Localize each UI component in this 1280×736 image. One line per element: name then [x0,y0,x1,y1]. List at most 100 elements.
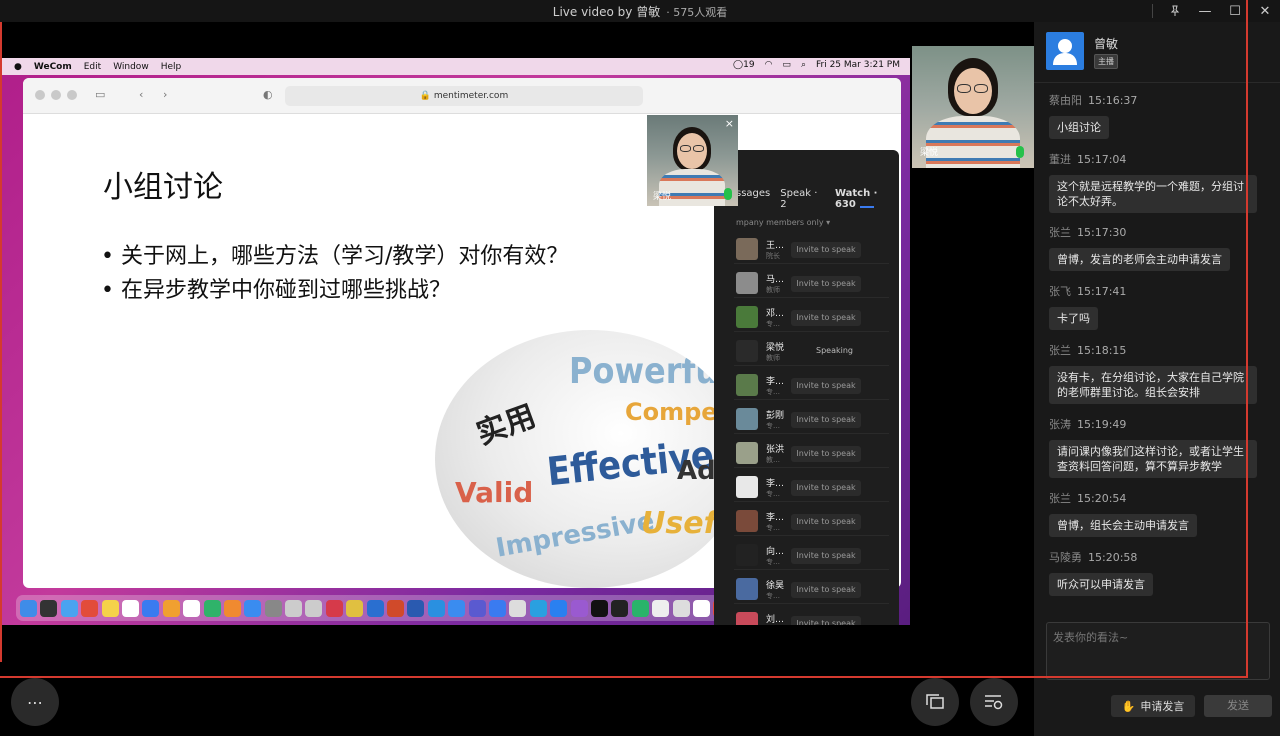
participant-role: 教… [766,456,780,464]
participant-name: 马… [766,275,785,285]
titlebar-divider [1152,4,1153,18]
layout-settings-button[interactable] [970,678,1018,726]
message-bubble: 这个就是远程教学的一个难题，分组讨论不太好弄。 [1049,175,1257,213]
user-icon [1053,39,1077,65]
participant-name: 刘… [766,615,785,625]
window-title-text: Live video by 曾敏 [552,5,661,19]
message-time: 15:19:49 [1077,418,1127,431]
participant-avatar [736,578,758,600]
participant-name: 梁悦 [766,343,785,353]
participant-row: 李… 专… Invite to speak [734,370,889,400]
shared-screen: ● WeCom Edit Window Help ◯19 ◠ ▭ ⌕ Fri 2… [2,58,910,625]
dock-app-icon [488,599,506,617]
dock-app-icon [448,599,466,617]
dock-safari-icon [60,599,78,617]
word-cloud: Powerful 实用 Compelling Effective Valid I… [435,330,745,588]
shield-icon: ◐ [263,88,273,101]
minimize-button[interactable]: — [1190,0,1220,22]
message-user: 董进 [1049,153,1071,166]
participant-role: 教师 [766,286,780,294]
menu-window: Window [113,61,149,72]
raise-hand-button[interactable]: ✋ 申请发言 [1111,695,1195,717]
more-options-button[interactable]: ⋯ [11,678,59,726]
host-mic-icon [1016,146,1024,158]
chat-message: 董进 15:17:04 这个就是远程教学的一个难题，分组讨论不太好弄。 [1049,151,1259,213]
chat-sidebar: 曾敏 主播 蔡由阳 15:16:37 小组讨论 董进 15:17:04 这个就是远程教学的… [1034,22,1280,736]
dock-zoom-icon [550,599,568,617]
message-bubble: 没有卡，在分组讨论，大家在自己学院的老师群里讨论。组长会安排 [1049,366,1257,404]
participant-role: 专… [766,320,780,328]
message-bubble: 曾博，发言的老师会主动申请发言 [1049,248,1230,271]
dock-podcast-icon [570,599,588,617]
invite-to-speak-button: Invite to speak [791,446,861,462]
slide-title: 小组讨论 [103,170,223,205]
url-text: mentimeter.com [433,91,509,101]
participant-name: 李… [766,479,785,489]
dock-app-icon [611,599,629,617]
host-name: 曾敏 [1094,37,1119,51]
invite-to-speak-button: Invite to speak [791,242,861,258]
host-info: 曾敏 主播 [1046,32,1266,82]
dock-word-icon [407,599,425,617]
participant-row: 李… 专… Invite to speak [734,506,889,536]
participant-avatar [736,272,758,294]
participant-role: 专… [766,422,780,430]
participant-name: 邓… [766,309,785,319]
word-shiyong: 实用 [472,398,541,452]
dock-outlook-icon [366,599,384,617]
menu-help: Help [160,61,182,72]
chat-message: 张兰 15:17:30 曾博，发言的老师会主动申请发言 [1049,224,1259,271]
invite-to-speak-button: Invite to speak [791,276,861,292]
share-screen-button[interactable] [911,678,959,726]
dock-app-icon [692,599,710,617]
dock-app-icon [529,599,547,617]
message-meta: 董进 15:17:04 [1049,151,1259,167]
participant-avatar [736,374,758,396]
dock-app-icon [631,599,649,617]
participant-role: 专… [766,558,780,566]
settings-list-icon [985,695,1003,710]
dock-pages-icon [223,599,241,617]
message-user: 张兰 [1049,492,1071,505]
wifi-icon: ◠ [764,60,773,70]
live-video-window: Live video by 曾敏 · 575人观看 — ☐ ✕ ● WeCom E… [0,0,1280,736]
close-button[interactable]: ✕ [1250,0,1280,22]
dock-app-icon [325,599,343,617]
dock-app-icon [509,599,527,617]
main-cam-label: 梁悦 [920,148,939,158]
participant-role: 院长 [766,252,780,260]
sidebar-icon: ▭ [95,88,106,101]
word-valid: Valid [455,476,534,509]
back-icon: ‹ [139,88,144,101]
tab-messages: ssages [736,188,771,199]
participant-name: 彭刚 [766,411,785,421]
host-badge: 主播 [1094,54,1118,69]
divider [1034,82,1280,83]
dock-app-icon [346,599,364,617]
message-time: 15:17:41 [1077,285,1127,298]
invite-to-speak-button: Invite to speak [791,514,861,530]
comment-input[interactable]: 发表你的看法~ [1046,622,1270,680]
dock-launchpad-icon [40,599,58,617]
participant-role: 专… [766,490,780,498]
menubar-status: ◯19 ◠ ▭ ⌕ Fri 25 Mar 3:21 PM [733,60,900,70]
speaker-mini-video: 梁悦 × [647,115,738,206]
host-avatar [1046,32,1084,70]
send-button[interactable]: 发送 [1204,695,1272,717]
participant-avatar [736,612,758,625]
mic-icon [724,188,732,200]
tab-underline [860,206,874,208]
word-powerful: Powerful [569,350,730,392]
dock-notes-icon [101,599,119,617]
pin-icon[interactable] [1160,0,1190,22]
participant-avatar [736,544,758,566]
participant-name: 张洪 [766,445,785,455]
participant-row: 马… 教师 Invite to speak [734,268,889,298]
participant-row: 李… 专… Invite to speak [734,472,889,502]
participant-avatar [736,340,758,362]
battery-icon: ▭ [782,60,791,70]
participant-row: 彭刚 专… Invite to speak [734,404,889,434]
bottom-toolbar: ⋯ [0,662,1034,736]
invite-to-speak-button: Invite to speak [791,616,861,625]
participant-avatar [736,510,758,532]
